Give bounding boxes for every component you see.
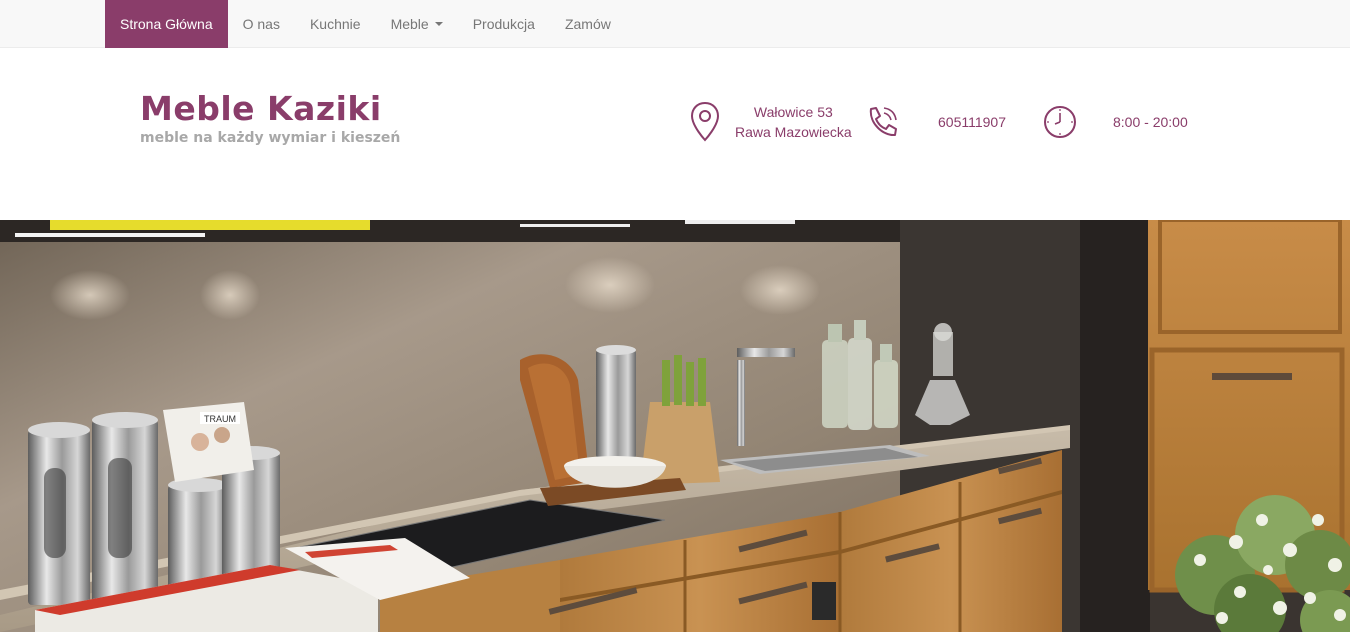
brand-title: Meble Kaziki bbox=[140, 89, 382, 128]
nav-item-kitchens[interactable]: Kuchnie bbox=[295, 0, 376, 48]
brand[interactable]: Meble Kaziki meble na każdy wymiar i kie… bbox=[140, 89, 400, 146]
kitchen-photo: TRAUM bbox=[0, 220, 1350, 632]
top-navbar: Strona Główna O nas Kuchnie Meble Produk… bbox=[0, 0, 1350, 48]
location-pin-icon bbox=[688, 100, 722, 144]
clock-icon bbox=[1043, 100, 1077, 144]
nav-item-furniture-label: Meble bbox=[390, 16, 429, 32]
address-line1: Wałowice 53 bbox=[753, 104, 833, 120]
hero-image: TRAUM bbox=[0, 220, 1350, 632]
address-line2: Rawa Mazowiecka bbox=[735, 124, 852, 140]
brand-tagline: meble na każdy wymiar i kieszeń bbox=[140, 130, 401, 146]
phone-icon bbox=[865, 100, 899, 144]
phone-number[interactable]: 605111907 bbox=[938, 112, 1006, 132]
site-header: Meble Kaziki meble na każdy wymiar i kie… bbox=[0, 49, 1350, 220]
address-text: Wałowice 53 Rawa Mazowiecka bbox=[735, 102, 852, 142]
hours-info: 8:00 - 20:00 bbox=[1043, 100, 1188, 144]
phone-info: 605111907 bbox=[865, 100, 1006, 144]
nav-item-furniture[interactable]: Meble bbox=[376, 0, 458, 48]
catalog-brand-text: TRAUM bbox=[204, 414, 236, 424]
nav-item-home[interactable]: Strona Główna bbox=[105, 0, 228, 48]
main-nav: Strona Główna O nas Kuchnie Meble Produk… bbox=[105, 0, 626, 48]
nav-item-order[interactable]: Zamów bbox=[550, 0, 626, 48]
caret-down-icon bbox=[434, 22, 443, 26]
opening-hours: 8:00 - 20:00 bbox=[1113, 114, 1188, 130]
address-info: Wałowice 53 Rawa Mazowiecka bbox=[688, 100, 852, 144]
nav-item-about[interactable]: O nas bbox=[228, 0, 295, 48]
nav-item-production[interactable]: Produkcja bbox=[458, 0, 550, 48]
